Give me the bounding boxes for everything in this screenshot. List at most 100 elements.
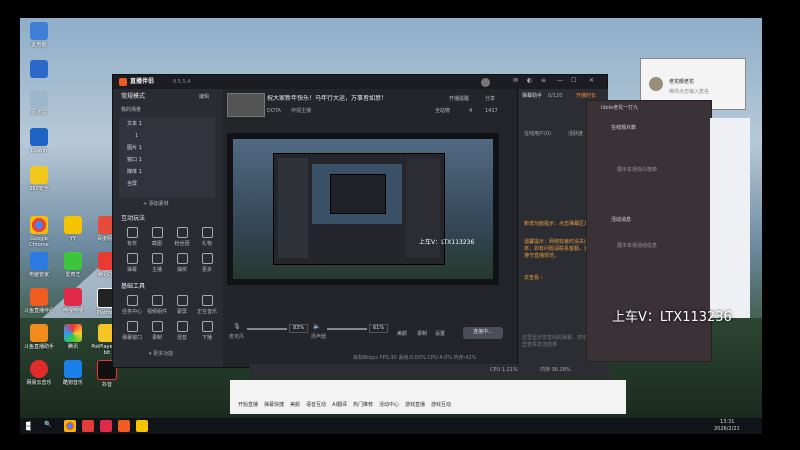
scene-tab-mine[interactable]: 我的场景 xyxy=(121,107,141,114)
app-version: 8.5.5.4 xyxy=(173,79,191,85)
desktop-icon-bili[interactable]: 哔哩哔哩 xyxy=(56,288,90,314)
interact-shot[interactable]: 截图 xyxy=(144,227,170,247)
taskbar-date: 2026/2/21 xyxy=(714,426,740,432)
toolbar-item[interactable]: 开始直播 xyxy=(238,402,258,409)
mic-icon[interactable]: 🎙 xyxy=(233,323,241,331)
minimize-icon[interactable]: — xyxy=(557,77,563,85)
speaker-icon[interactable]: 🔈 xyxy=(313,323,320,331)
tool-task[interactable]: 任务中心 xyxy=(119,295,145,315)
taskbar-yy-icon[interactable] xyxy=(136,420,148,432)
desktop-icon-pinwheel[interactable]: 腾讯 xyxy=(56,324,90,350)
tool-mask[interactable]: 蒙屏 xyxy=(169,295,195,315)
profile-sign: 等你点击输入签名 xyxy=(669,89,710,95)
scene-item[interactable]: 图片 1 xyxy=(127,145,142,152)
toolbar-item[interactable]: 热门推荐 xyxy=(353,402,373,409)
interact-fans[interactable]: 粉丝团 xyxy=(169,227,195,247)
interact-title: 互动玩法 xyxy=(121,215,146,222)
taskbar-app1-icon[interactable] xyxy=(82,420,94,432)
interact-gift[interactable]: 有奖 xyxy=(119,227,145,247)
beauty-button[interactable]: 美颜 xyxy=(397,331,407,338)
scene-item[interactable]: 媒体 1 xyxy=(127,169,142,176)
maximize-icon[interactable]: ☐ xyxy=(571,77,576,85)
tool-mixer[interactable]: 混音 xyxy=(169,321,195,341)
desktop-icon-doc[interactable] xyxy=(22,60,56,78)
desktop-icon-douyu[interactable]: 斗鱼直播伴侣 xyxy=(22,288,56,314)
profile-avatar[interactable] xyxy=(649,77,663,91)
message-icon[interactable]: ✉ xyxy=(513,77,518,85)
scene-item[interactable]: 文本 1 xyxy=(127,121,142,128)
open-live-reminder[interactable]: 开播提醒 xyxy=(449,96,469,103)
desktop-icon-iqiyi[interactable]: 爱奇艺 xyxy=(56,252,90,278)
chat-tab-online[interactable]: 在线用户(0) xyxy=(524,131,551,138)
interact-more[interactable]: 更多 xyxy=(194,253,220,273)
scene-mode[interactable]: 常规模式 xyxy=(121,93,145,101)
desktop-icon-bin[interactable]: 回收站 xyxy=(22,90,56,116)
tool-music[interactable]: 正在音乐 xyxy=(194,295,220,315)
scene-list: 文本 1 1 图片 1 窗口 1 媒体 1 全屏 xyxy=(119,117,215,197)
interact-danmaku[interactable]: 弹幕 xyxy=(119,253,145,273)
toolbar-item[interactable]: 美颜 xyxy=(290,402,300,409)
stream-title[interactable]: 祝大家新年快乐！马年行大运，万事皆如意！ xyxy=(267,95,427,103)
toolbar-item[interactable]: 弹幕快捷 xyxy=(264,402,284,409)
taskbar-douyu-icon[interactable] xyxy=(118,420,130,432)
toolbar-item[interactable]: 游戏互动 xyxy=(431,402,451,409)
app-titlebar: 直播伴侣 8.5.5.4 ✉ ◐ ≡ — ☐ ✕ xyxy=(113,75,607,89)
desktop-icon-chrome[interactable]: Google Chrome xyxy=(22,216,56,248)
scene-edit[interactable]: 编辑 xyxy=(199,94,209,101)
record-button[interactable]: 录制 xyxy=(417,331,427,338)
toolbar-item[interactable]: 游戏直播 xyxy=(405,402,425,409)
tool-video[interactable]: 视频组件 xyxy=(144,295,170,315)
share-button[interactable]: 分享 xyxy=(485,96,495,103)
desktop-icons-col1: 此电脑 回收站 DoWin 360安全 xyxy=(22,22,56,192)
chat-more-link[interactable]: 去查看 › xyxy=(524,275,543,282)
chat-tab-danmaku[interactable]: 弹幕助手 xyxy=(522,93,542,100)
close-icon[interactable]: ✕ xyxy=(589,77,594,85)
desktop-icon-kugou[interactable]: 酷狗音乐 xyxy=(56,360,90,386)
app-logo-icon xyxy=(119,78,127,86)
search-icon[interactable]: 🔍 xyxy=(44,421,51,429)
desktop-icon-pc[interactable]: 此电脑 xyxy=(22,22,56,48)
stream-category[interactable]: DOTA xyxy=(267,108,281,115)
desktop-icon-pcmgr[interactable]: 电脑管家 xyxy=(22,252,56,278)
stream-sub: 伴视主播 xyxy=(291,108,312,114)
interact-anchor[interactable]: 主播 xyxy=(144,253,170,273)
stream-preview[interactable]: 上车V：LTX113236 xyxy=(227,133,499,285)
tool-record[interactable]: 录制 xyxy=(144,321,170,341)
windows-start-icon[interactable] xyxy=(26,421,31,431)
tool-offline[interactable]: 下播 xyxy=(194,321,220,341)
taskbar-app2-icon[interactable] xyxy=(100,420,112,432)
skin-icon[interactable]: ◐ xyxy=(527,77,532,85)
interact-lottery[interactable]: 抽奖 xyxy=(169,253,195,273)
menu-icon[interactable]: ≡ xyxy=(541,77,546,85)
desktop-icon-360[interactable]: 360安全 xyxy=(22,166,56,192)
add-source-button[interactable]: + 添加素材 xyxy=(143,201,169,208)
tool-danmaku-window[interactable]: 弹幕窗口 xyxy=(119,321,145,341)
toolbar-item[interactable]: AI翻译 xyxy=(332,402,347,409)
scene-item[interactable]: 全屏 xyxy=(127,181,137,188)
settings-button[interactable]: 设置 xyxy=(435,331,445,338)
side-light-panel xyxy=(710,118,750,318)
bottom-tool-window: 开始直播 弹幕快捷 美颜 语音互动 AI翻译 热门推荐 活动中心 游戏直播 游戏… xyxy=(230,380,626,414)
desktop-icon-dowin[interactable]: DoWin xyxy=(22,128,56,154)
mic-percent[interactable]: 83% xyxy=(289,324,309,333)
speaker-slider[interactable] xyxy=(327,328,367,330)
scene-item[interactable]: 窗口 1 xyxy=(127,157,142,164)
toolbar-item[interactable]: 活动中心 xyxy=(379,402,399,409)
interact-present[interactable]: 礼物 xyxy=(194,227,220,247)
desktop-icon-netease[interactable]: 网易云音乐 xyxy=(22,360,56,386)
more-functions-button[interactable]: ▾ 更多功能 xyxy=(149,351,173,358)
desktop-icon-douyu2[interactable]: 斗鱼直播助手 xyxy=(22,324,56,350)
toolbar-item[interactable]: 语音互动 xyxy=(306,402,326,409)
avatar[interactable] xyxy=(481,78,490,87)
live-assistant-window: 直播伴侣 8.5.5.4 ✉ ◐ ≡ — ☐ ✕ 常规模式 编辑 我的场景 文本… xyxy=(112,74,608,368)
chat-tab-active[interactable]: 活跃度 xyxy=(568,131,583,138)
chat-hint-tab[interactable]: 开播时长 xyxy=(576,93,596,100)
scene-item[interactable]: 1 xyxy=(135,133,138,140)
taskbar-chrome-icon[interactable] xyxy=(64,420,76,432)
mic-slider[interactable] xyxy=(247,328,287,330)
desktop-icon-yy[interactable]: YY xyxy=(56,216,90,242)
stream-cover-thumbnail[interactable] xyxy=(227,93,265,117)
go-live-button[interactable]: 连接中... xyxy=(463,327,503,339)
rank-full[interactable]: 全站榜 xyxy=(435,108,450,115)
speaker-percent[interactable]: 61% xyxy=(369,324,389,333)
